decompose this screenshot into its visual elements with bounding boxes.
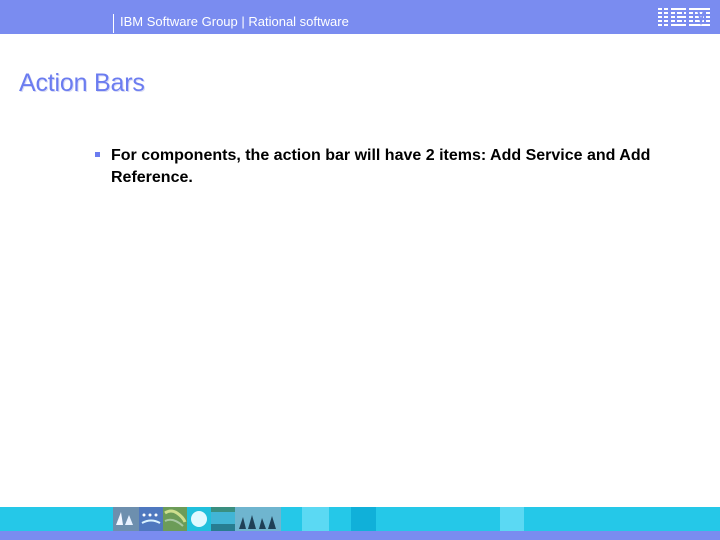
bullet-text: For components, the action bar will have… [111, 147, 651, 186]
footer-bottom-band [0, 531, 720, 540]
slide-title: Action Bars [19, 69, 145, 97]
bullet-marker [95, 152, 100, 157]
footer-tile [302, 507, 329, 531]
header-separator [113, 14, 114, 33]
bullet-item: For components, the action bar will have… [94, 145, 654, 189]
slide: { "header": { "label": "IBM Software Gro… [0, 0, 720, 540]
footer-tile [351, 507, 376, 531]
footer-image-strip [113, 507, 281, 531]
bullet-list: For components, the action bar will have… [94, 145, 654, 189]
header-bar: IBM Software Group | Rational software [0, 0, 720, 34]
footer-tile [500, 507, 524, 531]
ibm-logo [658, 8, 710, 26]
header-label: IBM Software Group | Rational software [120, 14, 349, 29]
